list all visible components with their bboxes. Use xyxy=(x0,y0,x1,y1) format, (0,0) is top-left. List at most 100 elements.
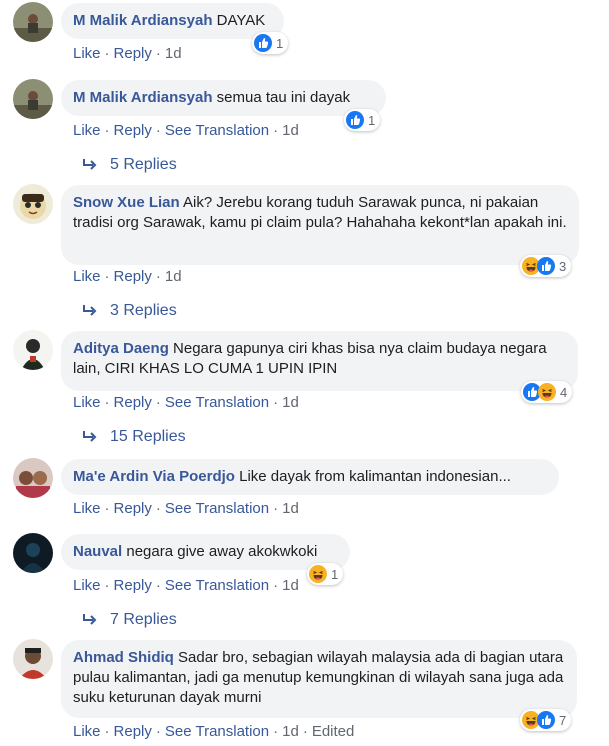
comment-text: semua tau ini dayak xyxy=(216,89,351,106)
like-link[interactable]: Like xyxy=(73,577,101,594)
comment-author[interactable]: Aditya Daeng xyxy=(73,340,169,357)
reaction-count: 3 xyxy=(559,258,567,274)
like-link[interactable]: Like xyxy=(73,723,101,740)
avatar[interactable] xyxy=(13,2,53,42)
separator: · xyxy=(155,268,161,285)
like-link[interactable]: Like xyxy=(73,45,101,62)
reaction-count: 1 xyxy=(276,35,284,51)
separator: · xyxy=(155,394,161,411)
comment-author[interactable]: M Malik Ardiansyah xyxy=(73,89,212,106)
avatar[interactable] xyxy=(13,639,53,679)
view-replies-link[interactable]: 15 Replies xyxy=(80,427,186,447)
separator: · xyxy=(155,577,161,594)
reaction-count: 7 xyxy=(559,712,567,728)
reaction-summary[interactable]: 3 xyxy=(520,255,572,277)
see-translation-link[interactable]: See Translation xyxy=(165,500,269,517)
reply-arrow-icon xyxy=(83,159,97,170)
comment-author[interactable]: Ahmad Shidiq xyxy=(73,649,174,666)
replies-count-label: 3 Replies xyxy=(110,302,177,319)
view-replies-link[interactable]: 3 Replies xyxy=(80,301,177,321)
comment-bubble: M Malik Ardiansyah DAYAK xyxy=(61,3,284,39)
comment-bubble: Aditya Daeng Negara gapunya ciri khas bi… xyxy=(61,331,578,391)
like-link[interactable]: Like xyxy=(73,500,101,517)
avatar[interactable] xyxy=(13,184,53,224)
separator: · xyxy=(104,122,110,139)
avatar[interactable] xyxy=(13,458,53,498)
separator: · xyxy=(155,45,161,62)
like-icon xyxy=(346,111,364,129)
like-icon xyxy=(537,711,555,729)
reaction-summary[interactable]: 1 xyxy=(252,32,289,54)
reaction-summary[interactable]: 1 xyxy=(307,563,344,585)
comment-bubble: M Malik Ardiansyah semua tau ini dayak xyxy=(61,80,386,116)
avatar[interactable] xyxy=(13,533,53,573)
timestamp[interactable]: 1d xyxy=(165,268,182,285)
timestamp[interactable]: 1d xyxy=(282,500,299,517)
view-replies-link[interactable]: 7 Replies xyxy=(80,610,177,630)
like-icon xyxy=(254,34,272,52)
reaction-summary[interactable]: 1 xyxy=(344,109,381,131)
comment-author[interactable]: M Malik Ardiansyah xyxy=(73,12,212,29)
comment-bubble: Ma'e Ardin Via Poerdjo Like dayak from k… xyxy=(61,459,559,495)
reaction-summary[interactable]: 4 xyxy=(521,381,573,403)
comment-actions: Like · Reply · 1d xyxy=(73,268,182,285)
separator: · xyxy=(155,723,161,740)
separator: · xyxy=(273,122,279,139)
see-translation-link[interactable]: See Translation xyxy=(165,122,269,139)
comment-text: negara give away akokwkoki xyxy=(126,543,318,560)
timestamp[interactable]: 1d xyxy=(282,122,299,139)
separator: · xyxy=(155,122,161,139)
separator: · xyxy=(104,45,110,62)
comment-text: DAYAK xyxy=(216,12,266,29)
like-link[interactable]: Like xyxy=(73,394,101,411)
comment-bubble: Nauval negara give away akokwkoki xyxy=(61,534,350,570)
haha-icon xyxy=(309,565,327,583)
separator: · xyxy=(104,394,110,411)
reply-link[interactable]: Reply xyxy=(114,577,152,594)
timestamp[interactable]: 1d xyxy=(282,577,299,594)
comment-actions: Like · Reply · See Translation · 1d xyxy=(73,394,299,411)
separator: · xyxy=(104,577,110,594)
comment-text: Like dayak from kalimantan indonesian... xyxy=(239,468,511,485)
edited-label[interactable]: Edited xyxy=(312,723,355,740)
separator: · xyxy=(155,500,161,517)
replies-count-label: 15 Replies xyxy=(110,428,186,445)
see-translation-link[interactable]: See Translation xyxy=(165,394,269,411)
view-replies-link[interactable]: 5 Replies xyxy=(80,155,177,175)
like-link[interactable]: Like xyxy=(73,122,101,139)
timestamp[interactable]: 1d xyxy=(165,45,182,62)
reply-link[interactable]: Reply xyxy=(114,45,152,62)
reply-link[interactable]: Reply xyxy=(114,268,152,285)
comment-actions: Like · Reply · See Translation · 1d xyxy=(73,577,299,594)
reply-link[interactable]: Reply xyxy=(114,500,152,517)
timestamp[interactable]: 1d xyxy=(282,394,299,411)
separator: · xyxy=(273,500,279,517)
comment-author[interactable]: Nauval xyxy=(73,543,122,560)
reaction-count: 4 xyxy=(560,384,568,400)
comment-author[interactable]: Snow Xue Lian xyxy=(73,194,180,211)
reply-link[interactable]: Reply xyxy=(114,394,152,411)
like-link[interactable]: Like xyxy=(73,268,101,285)
see-translation-link[interactable]: See Translation xyxy=(165,577,269,594)
separator: · xyxy=(302,723,308,740)
see-translation-link[interactable]: See Translation xyxy=(165,723,269,740)
separator: · xyxy=(273,577,279,594)
separator: · xyxy=(273,394,279,411)
reply-link[interactable]: Reply xyxy=(114,723,152,740)
timestamp[interactable]: 1d xyxy=(282,723,299,740)
reply-arrow-icon xyxy=(83,431,97,442)
separator: · xyxy=(273,723,279,740)
replies-count-label: 5 Replies xyxy=(110,156,177,173)
comment-bubble: Ahmad Shidiq Sadar bro, sebagian wilayah… xyxy=(61,640,577,718)
reply-link[interactable]: Reply xyxy=(114,122,152,139)
separator: · xyxy=(104,500,110,517)
comment-author[interactable]: Ma'e Ardin Via Poerdjo xyxy=(73,468,235,485)
comment-actions: Like · Reply · See Translation · 1d xyxy=(73,500,299,517)
avatar[interactable] xyxy=(13,330,53,370)
avatar[interactable] xyxy=(13,79,53,119)
like-icon xyxy=(537,257,555,275)
haha-icon xyxy=(538,383,556,401)
reaction-summary[interactable]: 7 xyxy=(520,709,572,731)
separator: · xyxy=(104,723,110,740)
comment-actions: Like · Reply · See Translation · 1d · Edited xyxy=(73,723,354,740)
